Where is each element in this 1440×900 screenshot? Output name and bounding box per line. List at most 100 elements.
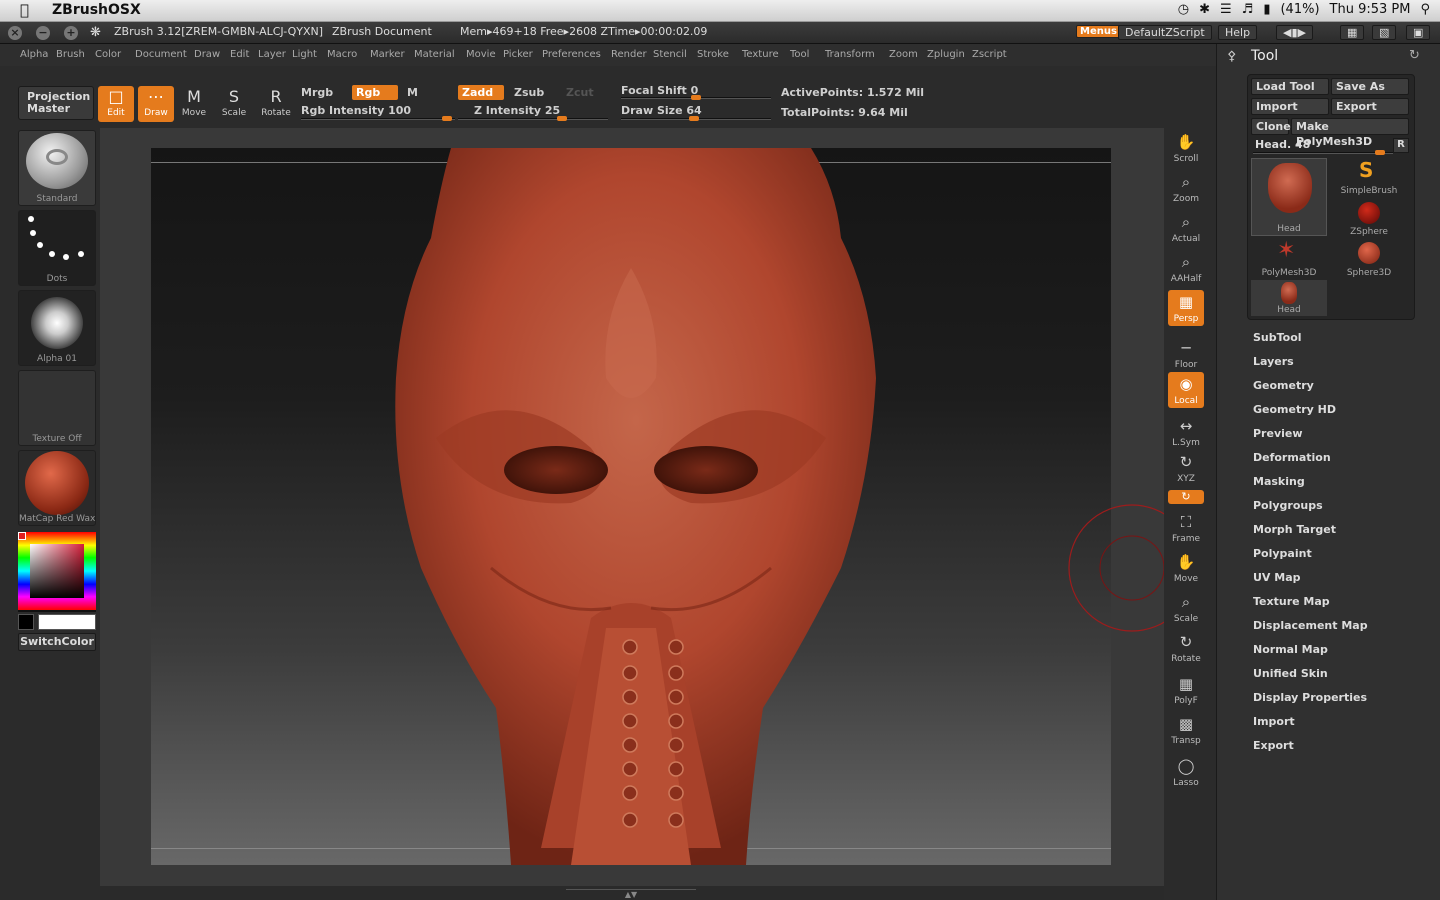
reset-icon[interactable]: ↻ xyxy=(1409,48,1420,63)
subpalette-polypaint[interactable]: Polypaint xyxy=(1253,547,1312,560)
z-intensity-slider[interactable] xyxy=(458,116,608,121)
zcut-button[interactable]: Zcut xyxy=(566,86,594,99)
tool-palette-title[interactable]: Tool xyxy=(1251,48,1278,64)
polyf-button[interactable]: ▦ PolyF xyxy=(1168,672,1204,708)
subpalette-preview[interactable]: Preview xyxy=(1253,427,1303,440)
battery-icon[interactable]: ▮ xyxy=(1263,2,1270,17)
menu-alpha[interactable]: Alpha xyxy=(20,49,48,60)
aahalf-button[interactable]: ⌕ AAHalf xyxy=(1168,250,1204,286)
lock-icon[interactable]: ▣ xyxy=(1406,25,1431,40)
l-sym-button[interactable]: ↔ L.Sym xyxy=(1168,414,1204,450)
r-button[interactable]: R xyxy=(1393,138,1409,153)
stroke-slot[interactable]: Dots xyxy=(18,210,96,286)
tool-thumb-zsphere[interactable]: ZSphere xyxy=(1331,200,1407,238)
draw-size-knob[interactable] xyxy=(689,116,699,121)
rgb-button[interactable]: Rgb xyxy=(352,85,398,100)
menu-preferences[interactable]: Preferences xyxy=(542,49,601,60)
make-polymesh-button[interactable]: Make PolyMesh3D xyxy=(1291,118,1409,148)
subpalette-texture-map[interactable]: Texture Map xyxy=(1253,595,1330,608)
clock[interactable]: Thu 9:53 PM xyxy=(1330,2,1411,17)
subpalette-normal-map[interactable]: Normal Map xyxy=(1253,643,1328,656)
frame-button[interactable]: ⛶ Frame xyxy=(1168,510,1204,546)
floor-button[interactable]: ─ Floor xyxy=(1168,336,1204,372)
scale-button[interactable]: S Scale xyxy=(216,86,252,122)
head-mesh[interactable] xyxy=(151,148,1111,865)
tool-thumb-simplebrush[interactable]: S SimpleBrush xyxy=(1331,158,1407,198)
lasso-button[interactable]: ◯ Lasso xyxy=(1168,754,1204,790)
draw-button[interactable]: ⋯ Draw xyxy=(138,86,174,122)
window-layout-icon[interactable]: ▦ xyxy=(1340,25,1365,40)
viewport-canvas[interactable] xyxy=(151,148,1111,865)
subpalette-unified-skin[interactable]: Unified Skin xyxy=(1253,667,1328,680)
scale-button[interactable]: ⌕ Scale xyxy=(1168,590,1204,626)
menu-transform[interactable]: Transform xyxy=(825,49,875,60)
saturation-value-square[interactable] xyxy=(30,544,84,598)
menu-macro[interactable]: Macro xyxy=(327,49,357,60)
alpha-slot[interactable]: Alpha 01 xyxy=(18,290,96,366)
save-as-button[interactable]: Save As xyxy=(1331,78,1409,95)
menu-zoom[interactable]: Zoom xyxy=(889,49,918,60)
xyz-button[interactable]: ↻ XYZ xyxy=(1168,450,1204,486)
subpalette-layers[interactable]: Layers xyxy=(1253,355,1294,368)
focal-shift-slider[interactable] xyxy=(621,95,771,100)
zsub-button[interactable]: Zsub xyxy=(514,86,544,99)
mrgb-button[interactable]: Mrgb xyxy=(301,86,333,99)
rotate-button[interactable]: R Rotate xyxy=(258,86,294,122)
menu-draw[interactable]: Draw xyxy=(194,49,220,60)
menu-picker[interactable]: Picker xyxy=(503,49,533,60)
subpalette-displacement-map[interactable]: Displacement Map xyxy=(1253,619,1368,632)
subpalette-masking[interactable]: Masking xyxy=(1253,475,1305,488)
menu-zplugin[interactable]: Zplugin xyxy=(927,49,965,60)
subpalette-uv-map[interactable]: UV Map xyxy=(1253,571,1301,584)
time-machine-icon[interactable]: ◷ xyxy=(1178,2,1189,17)
menu-texture[interactable]: Texture xyxy=(742,49,779,60)
window-layout-icon-2[interactable]: ▧ xyxy=(1372,25,1397,40)
picker-marker[interactable] xyxy=(18,532,26,540)
bluetooth-icon[interactable]: ✱ xyxy=(1199,2,1210,17)
menu-render[interactable]: Render xyxy=(611,49,647,60)
subpalette-display-properties[interactable]: Display Properties xyxy=(1253,691,1367,704)
close-window-icon[interactable]: × xyxy=(8,26,22,40)
wifi-icon[interactable]: ☰ xyxy=(1220,2,1232,17)
maximize-window-icon[interactable]: + xyxy=(64,26,78,40)
import-button[interactable]: Import xyxy=(1251,98,1329,115)
menu-light[interactable]: Light xyxy=(292,49,317,60)
menus-button[interactable]: Menus xyxy=(1076,25,1121,38)
menu-tool[interactable]: Tool xyxy=(790,49,809,60)
menu-stencil[interactable]: Stencil xyxy=(653,49,687,60)
z-intensity-knob[interactable] xyxy=(557,116,567,121)
menu-document[interactable]: Document xyxy=(135,49,187,60)
menu-brush[interactable]: Brush xyxy=(56,49,85,60)
spotlight-icon[interactable]: ⚲ xyxy=(1420,2,1430,17)
menu-color[interactable]: Color xyxy=(95,49,121,60)
subpalette-geometry[interactable]: Geometry xyxy=(1253,379,1314,392)
persp-button[interactable]: ▦ Persp xyxy=(1168,290,1204,326)
subpalette-export[interactable]: Export xyxy=(1253,739,1294,752)
load-tool-button[interactable]: Load Tool xyxy=(1251,78,1329,95)
zadd-button[interactable]: Zadd xyxy=(458,85,504,100)
subpalette-deformation[interactable]: Deformation xyxy=(1253,451,1331,464)
draw-size-slider[interactable] xyxy=(621,116,771,121)
menu-material[interactable]: Material xyxy=(414,49,455,60)
bottom-tray-handle[interactable]: ▲▼ xyxy=(566,889,696,899)
current-tool-knob[interactable] xyxy=(1375,150,1385,155)
undo-layout-icon[interactable]: ◀▮▶ xyxy=(1276,25,1313,40)
m-button[interactable]: M xyxy=(407,86,418,99)
tool-thumb-sphere3d[interactable]: Sphere3D xyxy=(1331,240,1407,280)
clone-button[interactable]: Clone xyxy=(1251,118,1291,135)
subpalette-geometry-hd[interactable]: Geometry HD xyxy=(1253,403,1336,416)
material-slot[interactable]: MatCap Red Wax xyxy=(18,450,96,526)
subpalette-polygroups[interactable]: Polygroups xyxy=(1253,499,1323,512)
menu-marker[interactable]: Marker xyxy=(370,49,405,60)
tool-thumb-head-2[interactable]: Head xyxy=(1251,280,1327,316)
tool-thumb-head[interactable]: Head xyxy=(1251,158,1327,236)
zoom-button[interactable]: ⌕ Zoom xyxy=(1168,170,1204,206)
rgb-intensity-slider[interactable] xyxy=(301,116,455,121)
rgb-intensity-knob[interactable] xyxy=(442,116,452,121)
move-button[interactable]: M Move xyxy=(176,86,212,122)
help-button[interactable]: Help xyxy=(1218,25,1258,40)
rotate-button[interactable]: ↻ Rotate xyxy=(1168,630,1204,666)
scroll-button[interactable]: ✋ Scroll xyxy=(1168,130,1204,166)
move-button[interactable]: ✋ Move xyxy=(1168,550,1204,586)
export-button[interactable]: Export xyxy=(1331,98,1409,115)
